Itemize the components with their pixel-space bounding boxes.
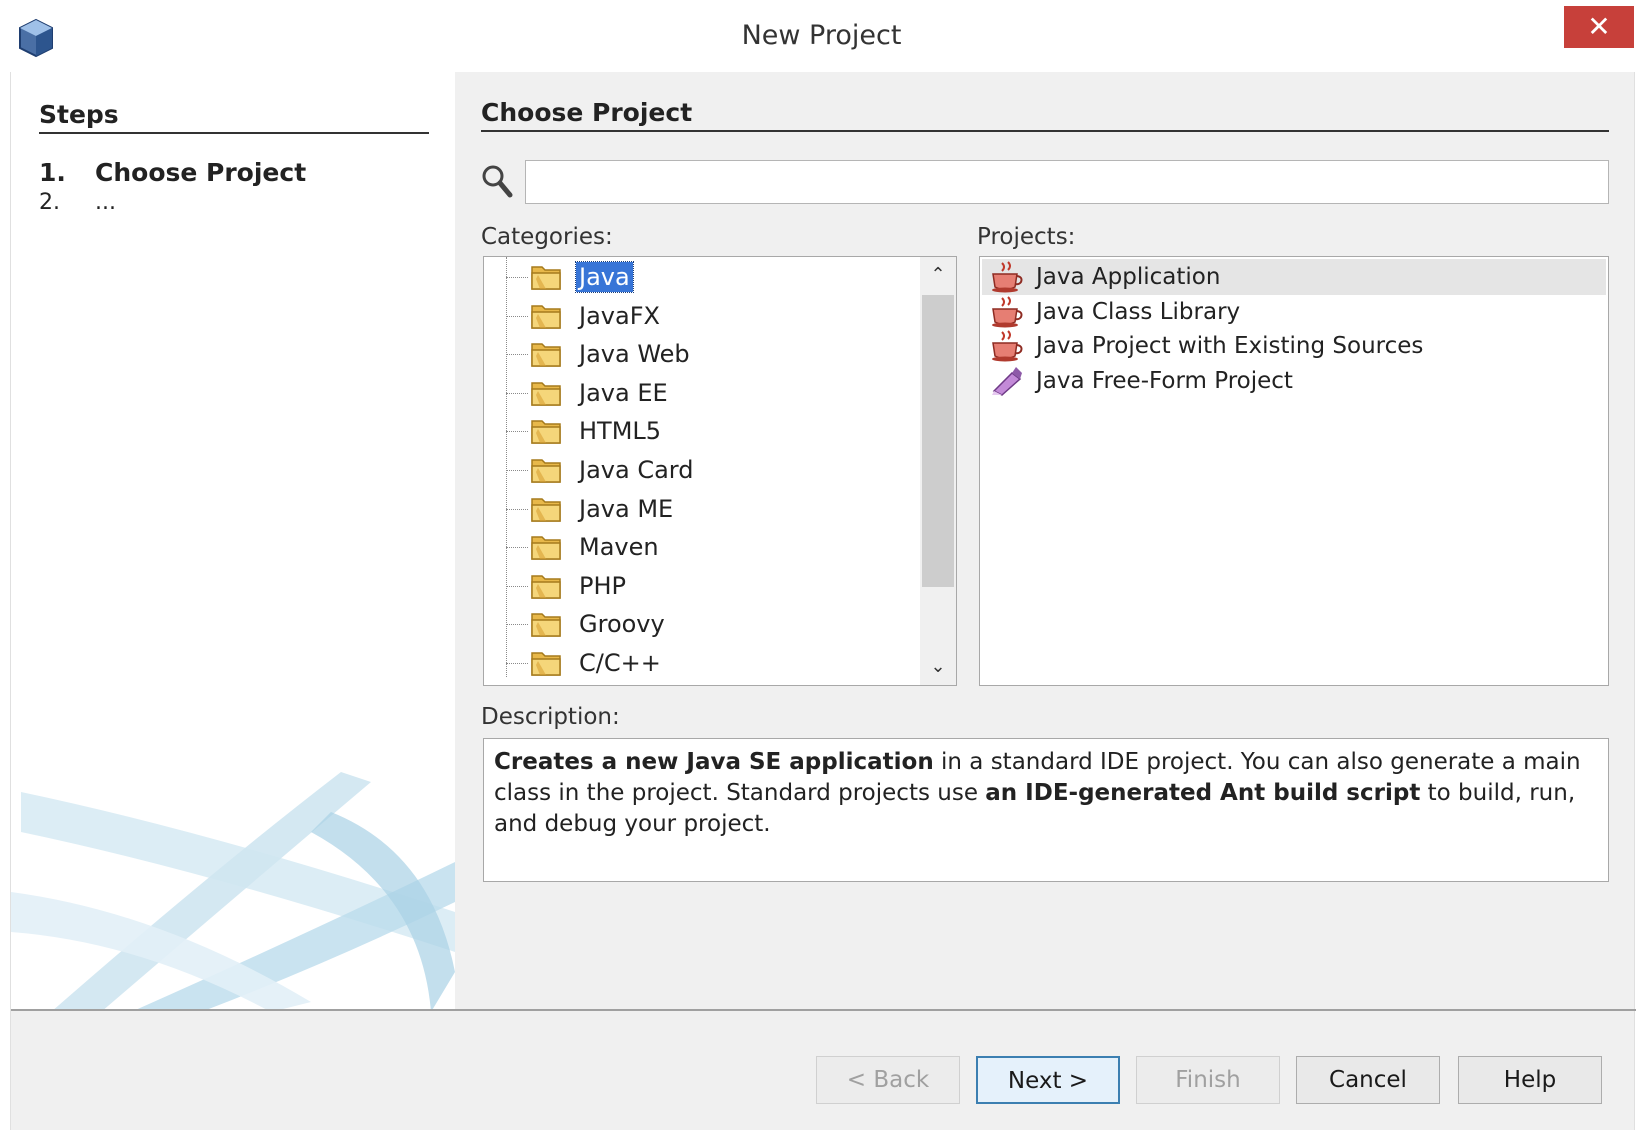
- folder-icon: [531, 382, 561, 406]
- project-label: Java Application: [1036, 264, 1221, 290]
- tree-branch: [506, 663, 528, 664]
- search-icon: [482, 165, 513, 198]
- back-button[interactable]: < Back: [816, 1056, 960, 1104]
- cancel-button[interactable]: Cancel: [1296, 1056, 1440, 1104]
- project-item[interactable]: Java Application: [982, 259, 1606, 295]
- project-item[interactable]: Java Free-Form Project: [982, 363, 1606, 399]
- category-item[interactable]: HTML5: [484, 411, 914, 451]
- projects-label: Projects:: [977, 224, 1076, 250]
- category-label: JavaFX: [579, 301, 660, 330]
- tree-branch: [506, 508, 528, 510]
- category-label: Java Card: [579, 456, 694, 484]
- category-item[interactable]: Maven: [484, 527, 914, 567]
- categories-scrollbar[interactable]: ⌃ ⌄: [920, 257, 956, 685]
- project-item[interactable]: Java Class Library: [982, 294, 1606, 330]
- tree-branch: [506, 585, 528, 587]
- category-item[interactable]: Groovy: [484, 604, 914, 644]
- decorative-swoosh-graphic: [11, 772, 455, 1009]
- tree-branch: [506, 470, 528, 471]
- folder-icon: [531, 497, 561, 522]
- description-bold-2: an IDE-generated Ant build script: [985, 780, 1421, 806]
- tree-branch: [506, 392, 528, 394]
- folder-icon: [531, 575, 561, 599]
- description-bold-1: Creates a new Java SE application: [494, 749, 934, 775]
- category-item[interactable]: C/C++: [484, 643, 914, 683]
- folder-icon: [531, 266, 561, 290]
- category-label: Java EE: [579, 378, 668, 407]
- scroll-down-icon[interactable]: ⌄: [920, 649, 956, 685]
- step-label: Choose Project: [95, 158, 307, 187]
- free-form-project-icon: [992, 366, 1022, 396]
- java-cup-icon: [992, 261, 1023, 293]
- tree-branch: [506, 277, 528, 278]
- category-item[interactable]: Java Card: [484, 450, 914, 490]
- project-item[interactable]: Java Project with Existing Sources: [982, 328, 1606, 364]
- folder-icon: [531, 420, 561, 445]
- dialog-body: Steps 1. Choose Project 2.... Choose Proj…: [10, 72, 1636, 1130]
- scroll-up-icon[interactable]: ⌃: [920, 257, 956, 293]
- category-label: Java ME: [579, 494, 674, 523]
- tree-branch: [506, 354, 528, 356]
- step-number: 1.: [39, 158, 66, 187]
- folder-icon: [531, 652, 561, 676]
- java-cup-icon: [992, 330, 1023, 362]
- category-item[interactable]: PHP: [484, 566, 914, 606]
- category-label: Maven: [579, 533, 659, 562]
- finish-button[interactable]: Finish: [1136, 1056, 1280, 1104]
- tree-branch: [506, 547, 528, 549]
- tree-branch: [506, 315, 528, 317]
- project-label: Java Free-Form Project: [1036, 367, 1293, 394]
- projects-list[interactable]: Java Application Java Class Library Java P…: [979, 256, 1609, 686]
- project-label: Java Project with Existing Sources: [1036, 333, 1424, 359]
- category-label: Groovy: [579, 610, 665, 639]
- category-item[interactable]: Java: [484, 257, 914, 297]
- categories-tree[interactable]: Java JavaFX Java Web Java EE HTML5 Java Card J…: [483, 256, 957, 686]
- search-input[interactable]: [525, 160, 1609, 204]
- button-bar-divider: [11, 1009, 1636, 1011]
- category-item[interactable]: JavaFX: [484, 296, 914, 336]
- description-label: Description:: [481, 704, 620, 730]
- category-item[interactable]: Java Web: [484, 334, 914, 374]
- folder-icon: [531, 536, 561, 560]
- tree-branch: [506, 431, 528, 433]
- folder-icon: [531, 304, 561, 329]
- category-item[interactable]: Java EE: [484, 373, 914, 413]
- step-item-2: 2....: [39, 190, 116, 215]
- category-label: HTML5: [579, 417, 662, 446]
- steps-divider: [39, 132, 429, 134]
- step-number: 2.: [39, 190, 60, 215]
- category-item[interactable]: Java ME: [484, 489, 914, 529]
- folder-icon: [531, 613, 561, 638]
- next-button[interactable]: Next >: [976, 1056, 1120, 1104]
- title-divider: [481, 130, 1609, 132]
- category-label: PHP: [579, 571, 626, 600]
- description-text: Creates a new Java SE application in a s…: [483, 738, 1609, 882]
- help-button[interactable]: Help: [1458, 1056, 1602, 1104]
- folder-icon: [531, 459, 561, 483]
- steps-title: Steps: [39, 100, 119, 129]
- category-label: Java Web: [579, 340, 690, 369]
- step-item-1: 1. Choose Project: [39, 158, 306, 187]
- title-bar: New Project ✕: [0, 0, 1643, 72]
- tree-branch: [506, 624, 528, 626]
- category-label: Java: [575, 261, 634, 293]
- project-label: Java Class Library: [1036, 298, 1241, 325]
- scroll-thumb[interactable]: [922, 295, 954, 587]
- java-cup-icon: [992, 295, 1023, 327]
- window-title: New Project: [741, 20, 902, 51]
- page-title: Choose Project: [481, 98, 693, 127]
- close-button[interactable]: ✕: [1564, 6, 1634, 48]
- category-label: C/C++: [579, 649, 661, 677]
- categories-label: Categories:: [481, 224, 613, 250]
- steps-panel: Steps 1. Choose Project 2....: [11, 72, 455, 1009]
- folder-icon: [531, 343, 561, 367]
- step-label: ...: [95, 190, 116, 215]
